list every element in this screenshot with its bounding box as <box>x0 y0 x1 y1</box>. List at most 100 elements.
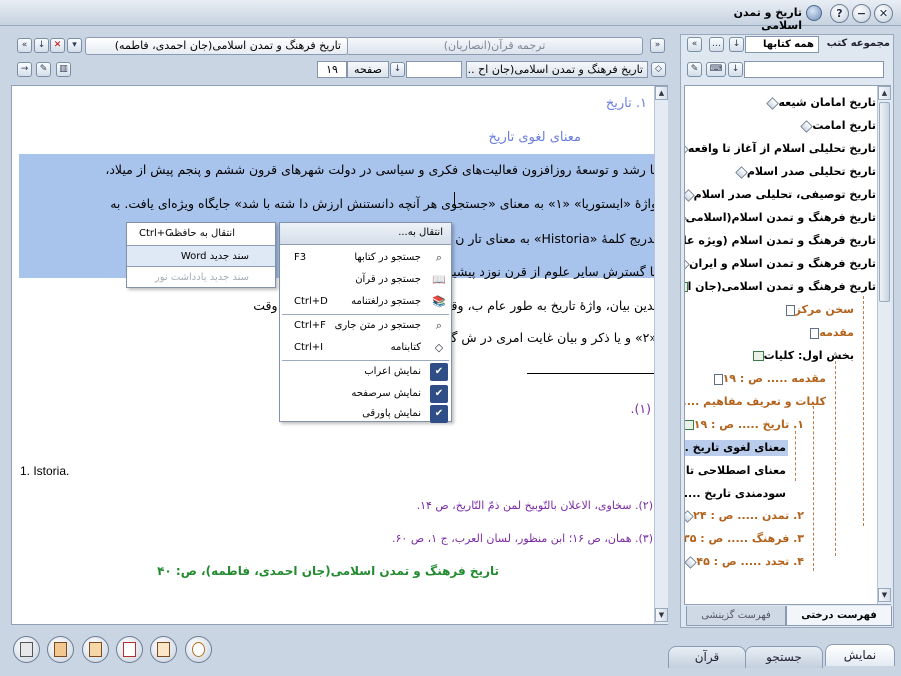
title-bar: ✕ − ? تاریخ و تمدن اسلامی <box>0 0 901 32</box>
tree-child[interactable]: سودمندی تاریخ .... <box>685 486 786 502</box>
columns-icon[interactable]: ▥ <box>56 62 71 77</box>
tab-display[interactable]: نمایش <box>825 644 895 666</box>
menu-shortcut: F3 <box>294 252 307 263</box>
page-number-input[interactable]: ۱۹ <box>317 61 347 78</box>
tab-current-book[interactable]: تاریخ فرهنگ و تمدن اسلامی(جان احمدی، فاط… <box>85 37 348 55</box>
keyboard-icon[interactable]: ⌨ <box>706 62 726 77</box>
arrow-down-icon[interactable]: ↓ <box>34 38 49 53</box>
menu-item-show-diacritics[interactable]: ✔ نمایش اعراب <box>280 361 451 383</box>
tree-item[interactable]: تاریخ فرهنگ و تمدن اسلام(اسلامی <box>685 210 876 226</box>
tab-quran[interactable]: قرآن <box>668 646 746 668</box>
help-icon[interactable]: ? <box>830 4 849 23</box>
section-input[interactable] <box>406 61 462 78</box>
tab-tree-index[interactable]: فهرست درختی <box>786 606 892 626</box>
scroll-up-icon[interactable]: ▲ <box>878 86 891 100</box>
tree-child-label: ۱. تاریخ ..... ص : ۱۹ <box>693 418 804 431</box>
dropdown-icon[interactable]: ▾ <box>67 38 82 53</box>
menu-goto-label: انتقال به... <box>398 227 443 238</box>
footnote-2: (۲). سخاوی، الاعلان بالتّوبیخ لمن ذمّ ال… <box>416 499 653 512</box>
minimize-icon[interactable]: − <box>852 4 871 23</box>
heading-lexical-meaning: معنای لغوی تاریخ <box>488 130 581 145</box>
tree-child[interactable]: مقدمه <box>806 325 854 341</box>
wrench-icon[interactable]: ✎ <box>687 62 702 77</box>
zoom-icon[interactable] <box>185 636 212 663</box>
text-cursor <box>454 192 455 206</box>
tab-quran-translation[interactable]: ترجمه قرآن(انصاریان) <box>346 37 643 55</box>
heading-history: ۱. تاریخ <box>605 96 647 111</box>
submenu-new-word-doc[interactable]: سند جدید Word <box>127 245 275 267</box>
tree-item-current-book[interactable]: تاریخ فرهنگ و تمدن اسلامی(جان ا <box>685 279 876 295</box>
tree-child[interactable]: مقدمه ..... ص : ۱۹ <box>710 371 826 387</box>
tree-child[interactable]: بخش اول: کلیات <box>749 348 854 364</box>
tree-child[interactable]: معنای اصطلاحی تاریخ <box>685 463 786 479</box>
tree-child-label: بخش اول: کلیات <box>763 349 854 362</box>
tree-item-label: تاریخ امامت <box>812 119 876 132</box>
menu-item-search-dictionary[interactable]: 📚 جستجو درلغتنامه Ctrl+D <box>280 291 451 313</box>
tree-child[interactable]: ۳. فرهنگ ..... ص : ۳۵ <box>685 531 804 547</box>
tree-guide-line <box>835 361 836 556</box>
tree-item[interactable]: تاریخ امامت <box>797 118 876 134</box>
window-layout-icon[interactable] <box>116 636 143 663</box>
close-tab-icon[interactable]: ✕ <box>50 38 65 53</box>
menu-item-search-quran[interactable]: 📖 جستجو در قرآن <box>280 269 451 291</box>
tree-scrollbar[interactable]: ▲ ▼ <box>877 86 891 604</box>
paragraph-line[interactable]: واژهٔ «ایستوریا» «۱» به معنای «جستجوی هر… <box>110 196 657 211</box>
paragraph-line[interactable]: یا رشد و توسعهٔ روزافزون فعالیت‌های فکری… <box>105 162 657 177</box>
scroll-thumb[interactable] <box>879 102 890 302</box>
more-options-icon[interactable]: … <box>709 37 724 52</box>
book-selector[interactable]: تاریخ فرهنگ و تمدن اسلامی(جان اح ... <box>466 61 648 78</box>
close-icon[interactable]: ✕ <box>874 4 893 23</box>
arrow-right-icon[interactable]: → <box>17 62 32 77</box>
submenu-new-noor-note[interactable]: سند جدید یادداشت نور <box>127 267 275 289</box>
scroll-up-icon[interactable]: ▲ <box>655 86 668 100</box>
tree-child[interactable]: کلیات و تعریف مفاهیم ..... ص : ۱۹ <box>685 394 826 410</box>
tab-selective-index[interactable]: فهرست گزینشی <box>686 606 786 626</box>
tree-child[interactable]: ۱. تاریخ ..... ص : ۱۹ <box>685 417 804 433</box>
quran-book-icon: 📖 <box>432 273 446 286</box>
menu-item-search-current-text[interactable]: ⌕ جستجو در متن جاری Ctrl+F <box>280 315 451 337</box>
tree-guide-line <box>813 406 814 571</box>
menu-item-label: نمایش پاورقی <box>362 408 421 419</box>
note-icon[interactable] <box>82 636 109 663</box>
arrow-down-icon[interactable]: ↓ <box>729 37 744 52</box>
book-search-input[interactable] <box>744 61 884 78</box>
tree-child-selected[interactable]: معنای لغوی تاریخ .... <box>685 440 788 456</box>
tree-item[interactable]: تاریخ امامان شیعه <box>763 95 876 111</box>
bookmark-diamond-icon[interactable]: ◇ <box>651 62 666 77</box>
tree-guide-line <box>863 296 864 526</box>
chevron-double-left-icon[interactable]: « <box>17 38 32 53</box>
menu-item-bibliography[interactable]: ◇ کتابنامه Ctrl+I <box>280 337 451 359</box>
menu-item-show-footnote[interactable]: ✔ نمایش پاورقی <box>280 403 451 425</box>
tree-child[interactable]: سخن مرکز <box>782 302 854 318</box>
scroll-down-icon[interactable]: ▼ <box>655 608 668 622</box>
chevron-double-left-icon[interactable]: « <box>687 37 702 52</box>
tree-item[interactable]: تاریخ فرهنگ و تمدن اسلام (ویژه عا <box>685 233 876 249</box>
menu-goto[interactable]: انتقال به... <box>280 223 451 245</box>
tree-item[interactable]: تاریخ تحلیلی صدر اسلام <box>732 164 876 180</box>
tab-search[interactable]: جستجو <box>745 646 823 668</box>
arrow-down-icon[interactable]: ↓ <box>728 62 743 77</box>
print-icon[interactable] <box>13 636 40 663</box>
submenu-item-label: سند جدید یادداشت نور <box>154 272 249 283</box>
tree-guide-line <box>795 431 796 481</box>
tree-item[interactable]: تاریخ فرهنگ و تمدن اسلام و ایران <box>685 256 876 272</box>
tree-child-label: مقدمه <box>819 326 854 339</box>
library-icon[interactable] <box>47 636 74 663</box>
app-logo-icon <box>806 5 822 21</box>
tree-item[interactable]: تاریخ تحلیلی اسلام از آغاز تا واقعه <box>685 141 876 157</box>
scroll-down-icon[interactable]: ▼ <box>878 588 891 602</box>
tree-child[interactable]: ۲. تمدن ..... ص : ۲۴ <box>685 508 804 524</box>
book-tree[interactable]: تاریخ امامان شیعه تاریخ امامت تاریخ تحلی… <box>684 85 891 605</box>
chevron-double-right-icon[interactable]: » <box>650 38 665 53</box>
tree-item[interactable]: تاریخ توصیفی، تحلیلی صدر اسلام <box>685 187 876 203</box>
menu-item-show-header[interactable]: ✔ نمایش سرصفحه <box>280 383 451 405</box>
menu-item-search-books[interactable]: ⌕ جستجو در کتابها F3 <box>280 247 451 269</box>
arrow-down-icon[interactable]: ↓ <box>390 62 405 77</box>
book-filter-select[interactable]: همه کتابها <box>745 36 819 53</box>
document-scrollbar[interactable]: ▲ ▼ <box>654 86 668 624</box>
submenu-copy-clipboard[interactable]: انتقال به حافظه Ctrl+C <box>127 223 275 245</box>
split-view-icon[interactable] <box>150 636 177 663</box>
check-icon: ✔ <box>430 385 448 403</box>
tree-child[interactable]: ۴. تجدد ..... ص : ۴۵ <box>685 554 804 570</box>
wrench-icon[interactable]: ✎ <box>36 62 51 77</box>
